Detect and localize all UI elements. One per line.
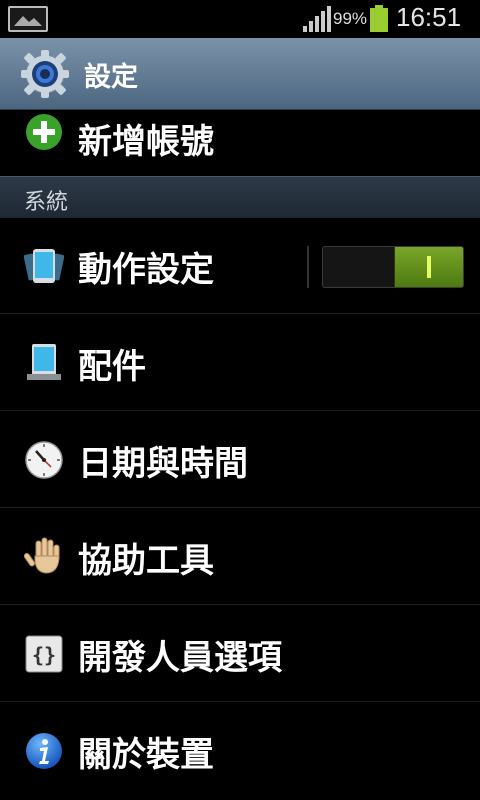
list-item-about-device[interactable]: 關於裝置 [0, 703, 480, 799]
title-bar: 設定 [0, 38, 480, 110]
list-item-motion[interactable]: 動作設定 [0, 218, 480, 314]
clock-icon [25, 441, 63, 479]
clock-time: 16:51 [396, 2, 462, 32]
list-item-add-account[interactable]: 新增帳號 [0, 110, 480, 176]
settings-gear-icon[interactable] [20, 49, 70, 99]
section-header-label: 系統 [24, 190, 69, 215]
add-icon [26, 114, 62, 150]
motion-toggle[interactable] [322, 246, 464, 288]
list-item-label: 動作設定 [78, 250, 214, 290]
status-bar: 99% 16:51 [0, 0, 480, 38]
gallery-icon [8, 6, 48, 32]
signal-icon [303, 6, 331, 32]
list-item-date-time[interactable]: 日期與時間 [0, 412, 480, 508]
list-item-developer-options[interactable]: {} 開發人員選項 [0, 606, 480, 702]
motion-icon [24, 249, 64, 283]
braces-icon: {} [25, 635, 63, 673]
list-item-label: 新增帳號 [78, 122, 214, 162]
battery-icon [370, 5, 388, 32]
toggle-on-mark [427, 256, 431, 278]
list-item-accessory[interactable]: 配件 [0, 315, 480, 411]
svg-text:{}: {} [32, 643, 56, 667]
list-item-label: 協助工具 [78, 541, 214, 581]
list-item-label: 關於裝置 [78, 735, 214, 775]
toggle-on-knob [394, 247, 463, 287]
list-item-accessibility[interactable]: 協助工具 [0, 509, 480, 605]
battery-percent: 99% [333, 9, 368, 28]
page-title: 設定 [84, 62, 138, 93]
info-icon [26, 733, 62, 769]
divider [307, 246, 309, 288]
section-header-system: 系統 [0, 176, 480, 218]
list-item-label: 開發人員選項 [78, 638, 282, 678]
hand-icon [24, 537, 60, 574]
list-item-label: 配件 [78, 347, 146, 387]
accessory-icon [27, 344, 61, 380]
list-item-label: 日期與時間 [78, 444, 248, 484]
